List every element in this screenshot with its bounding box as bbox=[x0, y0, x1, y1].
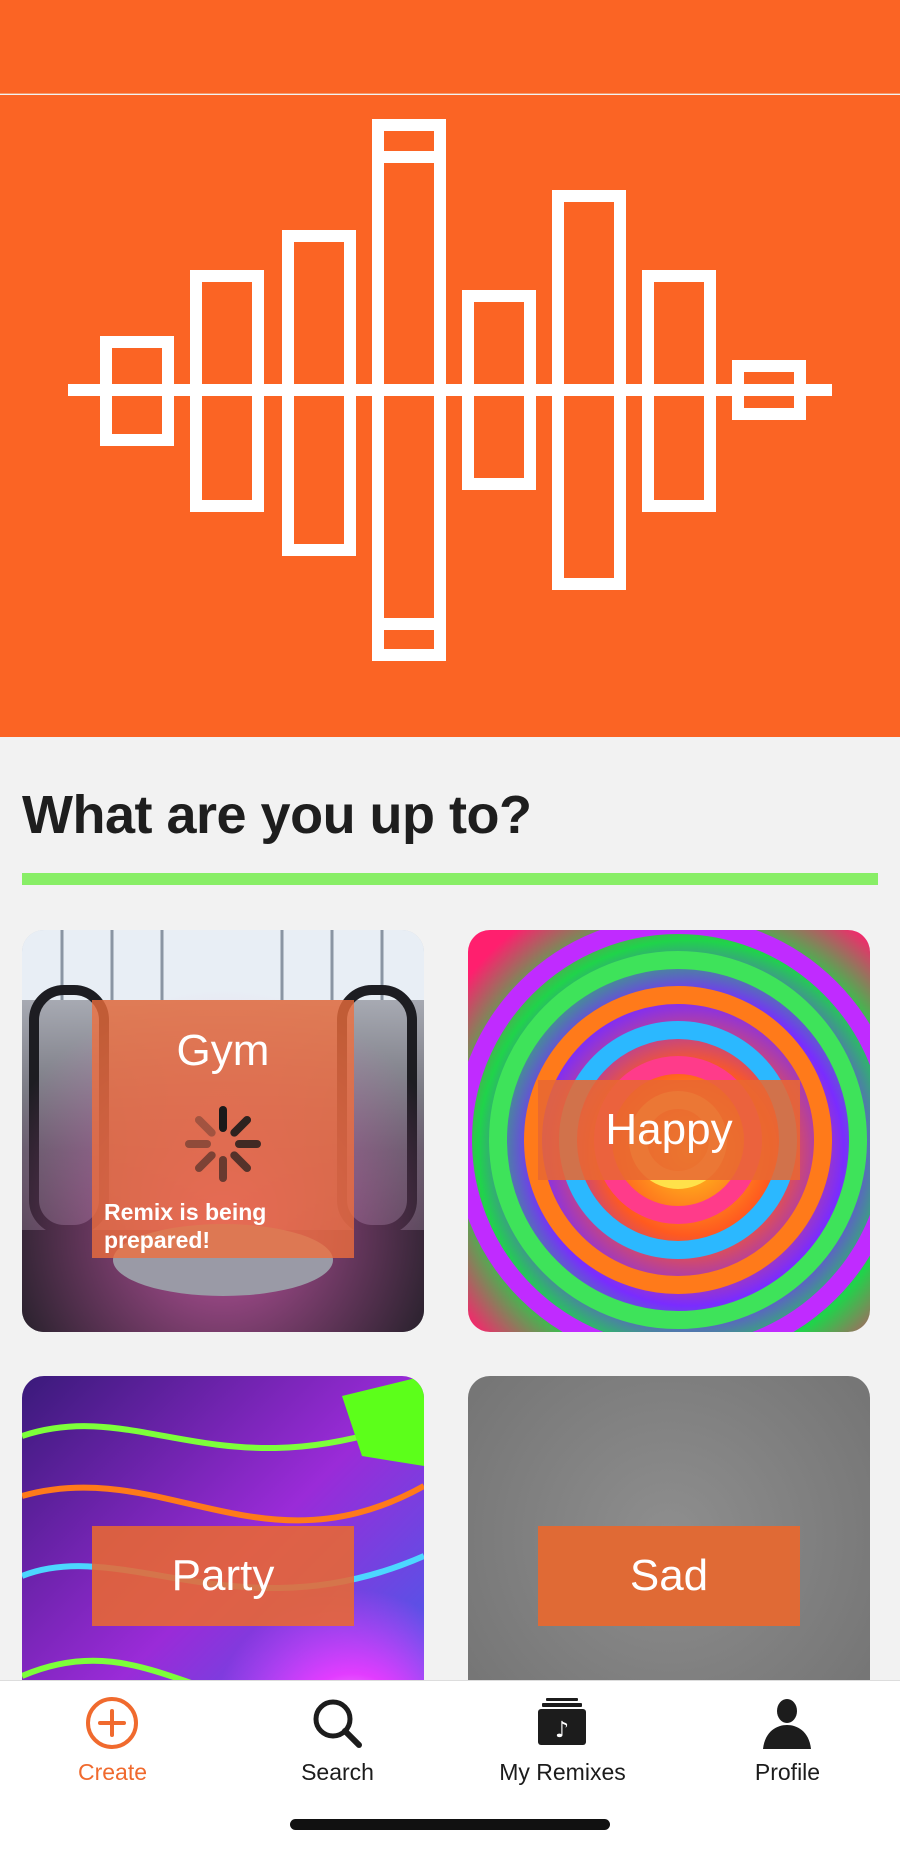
tab-search[interactable]: Search bbox=[225, 1681, 450, 1793]
happy-overlay: Happy bbox=[538, 1080, 800, 1180]
tab-profile[interactable]: Profile bbox=[675, 1681, 900, 1793]
tab-my-remixes-label: My Remixes bbox=[499, 1759, 626, 1785]
sound-wave-logo-icon bbox=[68, 119, 832, 661]
mood-card-happy[interactable]: Happy bbox=[468, 930, 870, 1332]
party-overlay: Party bbox=[92, 1526, 354, 1626]
card-label-party: Party bbox=[171, 1551, 275, 1600]
card-label-happy: Happy bbox=[605, 1105, 733, 1154]
card-label-sad: Sad bbox=[629, 1551, 709, 1600]
remix-status-text: Remix is being prepared! bbox=[104, 1199, 267, 1253]
page-title: What are you up to? bbox=[22, 785, 532, 845]
gym-overlay: Gym Remix is being prepared! bbox=[92, 1000, 354, 1258]
tab-search-label: Search bbox=[301, 1759, 374, 1785]
search-icon bbox=[313, 1699, 362, 1748]
hero-banner bbox=[0, 95, 900, 737]
loading-spinner-icon bbox=[185, 1106, 261, 1182]
mood-card-gym[interactable]: Gym Remix is being prepared! bbox=[22, 930, 424, 1332]
tab-create-label: Create bbox=[77, 1759, 148, 1785]
music-folder-icon: ♪ bbox=[538, 1698, 586, 1745]
tab-profile-label: Profile bbox=[754, 1759, 821, 1785]
home-indicator[interactable] bbox=[290, 1819, 610, 1830]
title-underline bbox=[22, 873, 878, 885]
plus-circle-icon bbox=[86, 1697, 138, 1749]
status-bar bbox=[0, 0, 900, 94]
svg-text:♪: ♪ bbox=[555, 1718, 569, 1743]
card-label-gym: Gym bbox=[176, 1026, 270, 1075]
tab-my-remixes[interactable]: ♪ My Remixes bbox=[450, 1681, 675, 1793]
person-icon bbox=[763, 1699, 811, 1749]
tab-create[interactable]: Create bbox=[0, 1681, 225, 1793]
sad-overlay: Sad bbox=[538, 1526, 800, 1626]
